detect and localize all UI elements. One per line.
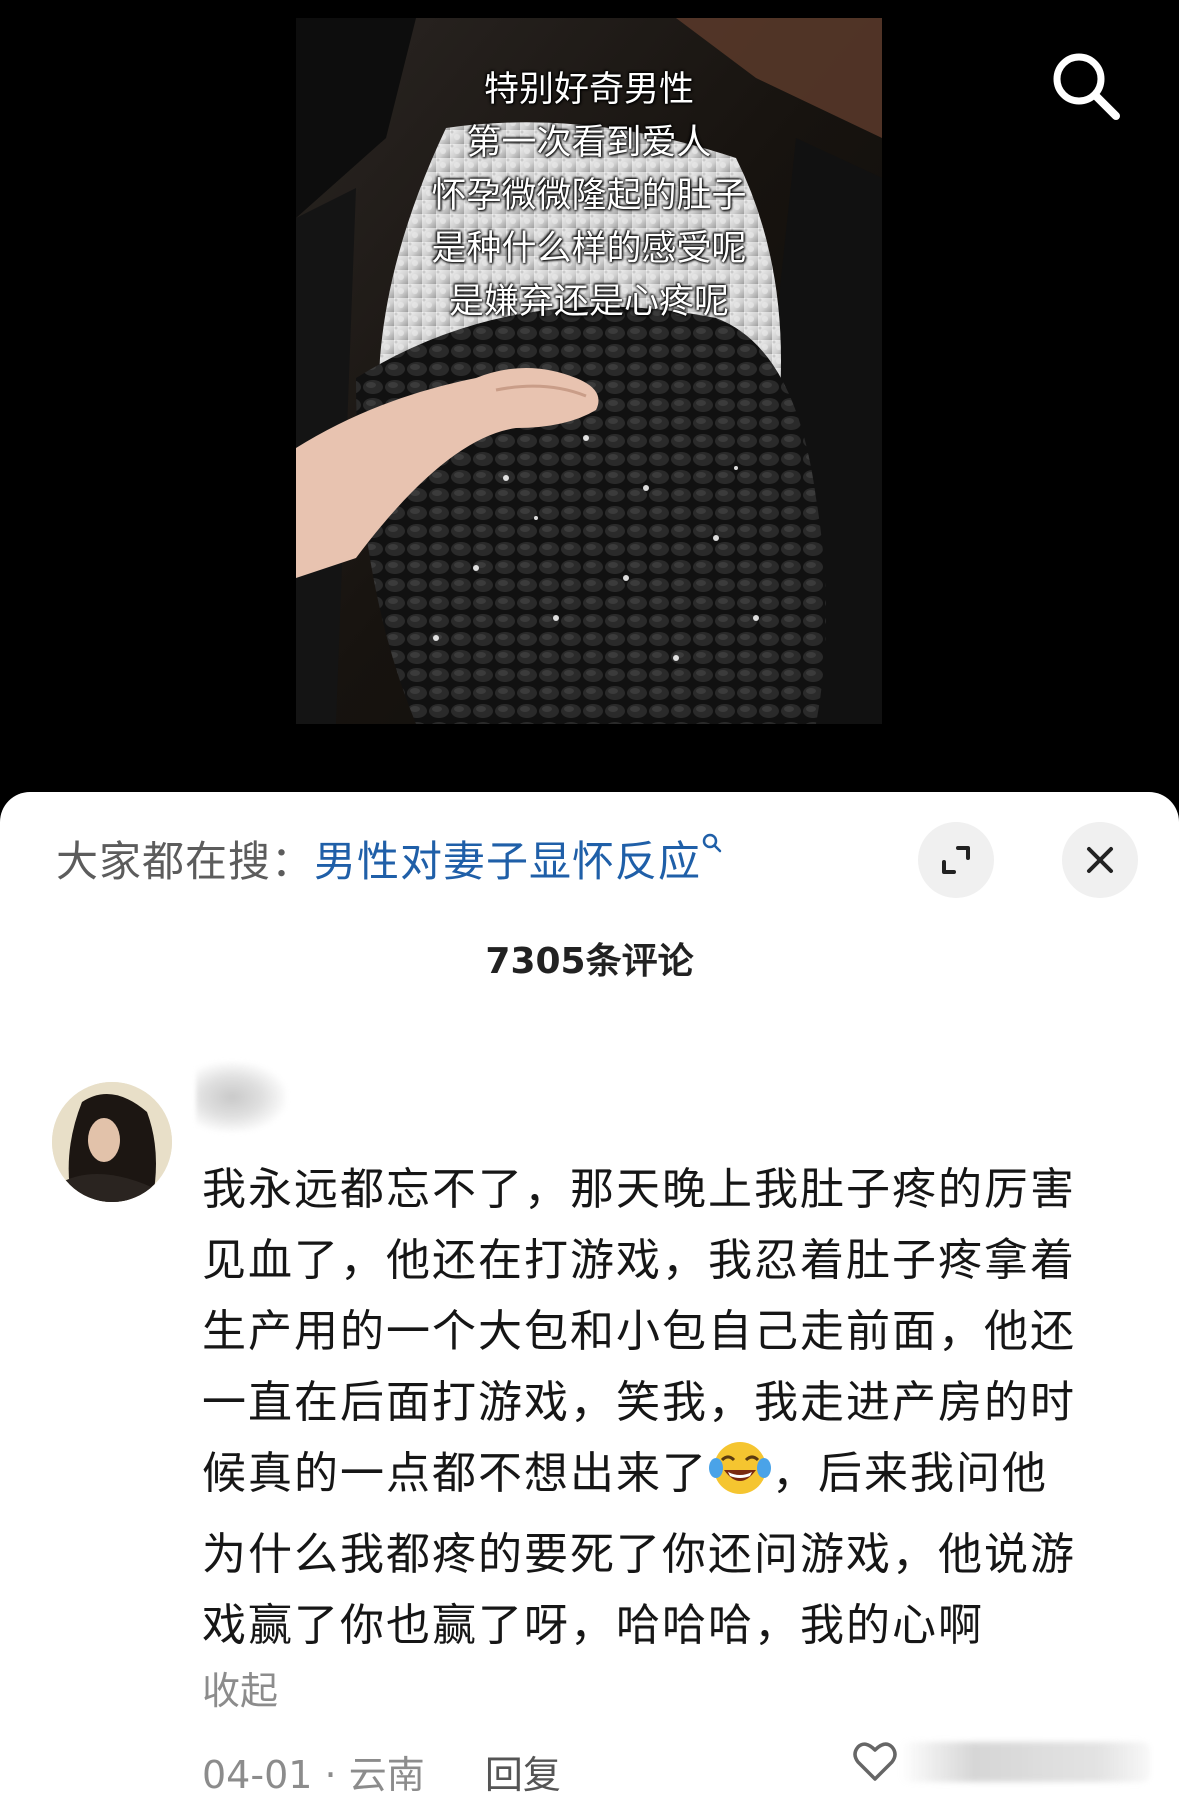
expand-button[interactable] <box>918 822 994 898</box>
comment-date: 04-01 <box>202 1753 313 1797</box>
caption-line: 是嫌弃还是心疼呢 <box>448 282 729 322</box>
search-suggestion: 大家都在搜：男性对妻子显怀反应 <box>56 828 725 888</box>
comment-body: 我永远都忘不了，那天晚上我肚子疼的厉害 见血了，他还在打游戏，我忍着肚子疼拿着 … <box>202 1154 1134 1661</box>
comment-line-part: 候真的一点都不想出来了 <box>202 1448 708 1499</box>
search-icon <box>1053 53 1120 120</box>
comment-line: 为什么我都疼的要死了你还问游戏，他说游 <box>202 1529 1076 1580</box>
caption-line: 是种什么样的感受呢 <box>431 229 747 269</box>
reply-button[interactable]: 回复 <box>485 1753 561 1797</box>
meta-separator: · <box>324 1753 337 1797</box>
comment-line-part: ，后来我问他 <box>772 1448 1048 1499</box>
heart-icon <box>853 1742 897 1781</box>
comment-line: 见血了，他还在打游戏，我忍着肚子疼拿着 <box>202 1235 1076 1286</box>
search-icon[interactable] <box>701 832 725 860</box>
suggestion-query-link[interactable]: 男性对妻子显怀反应 <box>314 837 701 886</box>
laughing-crying-emoji-icon <box>708 1438 772 1519</box>
comment-location: 云南 <box>348 1753 425 1797</box>
watermark <box>900 1742 1150 1782</box>
comment-line-with-emoji: 候真的一点都不想出来了 ，后来我问他 <box>202 1438 1134 1519</box>
comment-panel: 大家都在搜：男性对妻子显怀反应 7305条评论 我永远都忘不了，那天晚上我肚子疼… <box>0 792 1179 1803</box>
comment-line: 我永远都忘不了，那天晚上我肚子疼的厉害 <box>202 1164 1076 1215</box>
video-frame[interactable]: 特别好奇男性 第一次看到爱人 怀孕微微隆起的肚子 是种什么样的感受呢 是嫌弃还是… <box>296 18 882 724</box>
collapse-button[interactable]: 收起 <box>202 1660 278 1715</box>
comment-count: 7305条评论 <box>485 941 694 982</box>
like-button[interactable] <box>850 1736 900 1786</box>
video-caption: 特别好奇男性 第一次看到爱人 怀孕微微隆起的肚子 是种什么样的感受呢 是嫌弃还是… <box>296 64 882 329</box>
comment-line: 生产用的一个大包和小包自己走前面，他还 <box>202 1306 1076 1357</box>
expand-icon <box>942 846 970 874</box>
avatar[interactable] <box>52 1082 172 1202</box>
caption-line: 特别好奇男性 <box>483 70 694 110</box>
video-player[interactable]: 特别好奇男性 第一次看到爱人 怀孕微微隆起的肚子 是种什么样的感受呢 是嫌弃还是… <box>0 0 1179 800</box>
close-icon <box>1087 847 1113 873</box>
close-button[interactable] <box>1062 822 1138 898</box>
comment-meta: 04-01 · 云南 回复 <box>202 1744 561 1799</box>
comment-line: 一直在后面打游戏，笑我，我走进产房的时 <box>202 1377 1076 1428</box>
username-redacted[interactable] <box>196 1062 286 1132</box>
caption-line: 怀孕微微隆起的肚子 <box>431 176 747 216</box>
suggestion-prefix: 大家都在搜： <box>56 837 315 886</box>
caption-line: 第一次看到爱人 <box>466 123 712 163</box>
comment-line: 戏赢了你也赢了呀，哈哈哈，我的心啊 <box>202 1600 984 1651</box>
video-search-button[interactable] <box>1048 48 1124 124</box>
